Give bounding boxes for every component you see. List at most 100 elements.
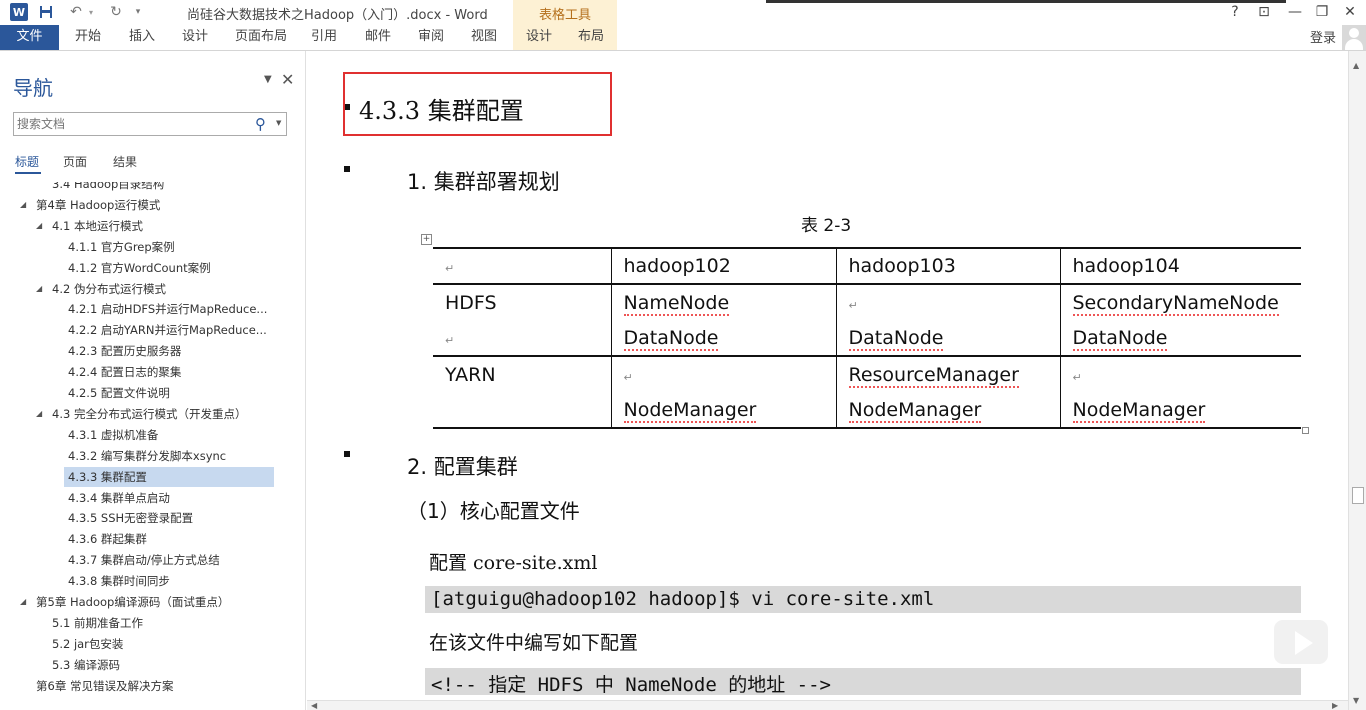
undo-dropdown-icon[interactable]: ▾ bbox=[86, 2, 96, 22]
nav-options-icon[interactable]: ▼ bbox=[264, 74, 272, 85]
tab-review[interactable]: 审阅 bbox=[418, 25, 444, 50]
tree-item[interactable]: 4.3.7 集群启动/停止方式总结 bbox=[0, 550, 300, 570]
tab-file[interactable]: 文件 bbox=[0, 25, 59, 50]
table-cell[interactable]: ↵ bbox=[1059, 355, 1301, 392]
tab-references[interactable]: 引用 bbox=[311, 25, 337, 50]
tree-item[interactable]: 4.3.8 集群时间同步 bbox=[0, 571, 300, 591]
expand-triangle-icon[interactable]: ◢ bbox=[20, 592, 26, 612]
tree-item-label: 4.3.6 群起集群 bbox=[68, 532, 147, 547]
scroll-thumb[interactable] bbox=[1352, 487, 1364, 504]
tree-item-label: 4.2.5 配置文件说明 bbox=[68, 386, 170, 400]
scroll-left-icon[interactable]: ◀ bbox=[311, 701, 317, 710]
tree-item[interactable]: 4.1.1 官方Grep案例 bbox=[0, 237, 300, 257]
expand-triangle-icon[interactable]: ◢ bbox=[36, 279, 42, 299]
minimize-button[interactable]: — bbox=[1284, 2, 1306, 22]
table-cell[interactable]: YARN bbox=[433, 355, 611, 392]
tree-item[interactable]: 3.4 Hadoop目录结构 bbox=[0, 182, 300, 194]
restore-button[interactable]: ❐ bbox=[1311, 2, 1333, 22]
tree-item[interactable]: 第6章 常见错误及解决方案 bbox=[0, 676, 300, 696]
tree-item[interactable]: 4.3.5 SSH无密登录配置 bbox=[0, 508, 300, 528]
vertical-scrollbar[interactable]: ▲ ▼ bbox=[1348, 51, 1366, 710]
table-cell[interactable]: ↵ bbox=[610, 355, 836, 392]
table-cell[interactable]: HDFS bbox=[433, 284, 611, 320]
tree-item[interactable]: 5.1 前期准备工作 bbox=[0, 613, 300, 633]
tab-table-design[interactable]: 设计 bbox=[526, 25, 552, 50]
tab-page-layout[interactable]: 页面布局 bbox=[235, 25, 287, 50]
tree-item[interactable]: ◢ 第4章 Hadoop运行模式 bbox=[0, 195, 300, 215]
table-move-handle-icon[interactable]: + bbox=[421, 234, 432, 245]
tab-view[interactable]: 视图 bbox=[471, 25, 497, 50]
tree-item[interactable]: 4.3.6 群起集群 bbox=[0, 529, 300, 549]
subsection-title: （1）核心配置文件 bbox=[407, 499, 580, 523]
tree-item[interactable]: 4.3.1 虚拟机准备 bbox=[0, 425, 300, 445]
ribbon-display-options-button[interactable]: ⊡ bbox=[1253, 2, 1275, 22]
search-input[interactable] bbox=[17, 115, 247, 133]
tab-pages[interactable]: 页面 bbox=[63, 153, 87, 170]
tree-item[interactable]: ◢ 4.2 伪分布式运行模式 bbox=[0, 279, 300, 299]
table-cell[interactable]: ↵ bbox=[835, 284, 1060, 320]
table-cell[interactable]: NodeManager bbox=[610, 392, 836, 429]
heading-tree: 3.4 Hadoop目录结构 ◢ 第4章 Hadoop运行模式 ◢ 4.1 本地运行模式… bbox=[0, 182, 305, 710]
search-icon[interactable]: ⚲ bbox=[255, 115, 266, 133]
table-cell[interactable]: NameNode bbox=[610, 284, 836, 320]
customize-qat-icon[interactable]: ▾ bbox=[132, 2, 144, 22]
play-icon[interactable] bbox=[1271, 617, 1331, 667]
horizontal-scrollbar[interactable]: ◀ ▶ bbox=[307, 700, 1348, 710]
table-cell[interactable]: DataNode bbox=[835, 320, 1060, 356]
tab-mailings[interactable]: 邮件 bbox=[365, 25, 391, 50]
table-cell[interactable]: NodeManager bbox=[1059, 392, 1301, 429]
table-cell[interactable]: SecondaryNameNode bbox=[1059, 284, 1301, 320]
tree-item[interactable]: ◢ 第5章 Hadoop编译源码（面试重点） bbox=[0, 592, 300, 612]
table-cell[interactable]: ↵ bbox=[433, 320, 611, 356]
tree-item[interactable]: 4.2.3 配置历史服务器 bbox=[0, 341, 300, 361]
avatar[interactable] bbox=[1342, 25, 1366, 50]
table-cell[interactable]: hadoop104 bbox=[1059, 247, 1301, 285]
tab-table-layout[interactable]: 布局 bbox=[578, 25, 604, 50]
table-cell[interactable]: ResourceManager bbox=[835, 355, 1060, 392]
document-canvas[interactable]: 4.3.3 集群配置 1. 集群部署规划 表 2-3 + ↵ hadoop102… bbox=[307, 51, 1348, 700]
redo-icon[interactable]: ↻ bbox=[106, 2, 126, 22]
scroll-down-icon[interactable]: ▼ bbox=[1353, 696, 1359, 705]
close-button[interactable]: ✕ bbox=[1339, 2, 1361, 22]
tree-item-selected[interactable]: 4.3.3 集群配置 bbox=[64, 466, 274, 487]
table-cell[interactable]: hadoop102 bbox=[610, 247, 836, 285]
tab-design[interactable]: 设计 bbox=[182, 25, 208, 50]
table-cell[interactable] bbox=[433, 392, 611, 429]
help-button[interactable]: ? bbox=[1224, 2, 1246, 22]
sign-in-link[interactable]: 登录 bbox=[1310, 27, 1336, 46]
tree-item[interactable]: 5.3 编译源码 bbox=[0, 655, 300, 675]
tab-results[interactable]: 结果 bbox=[113, 153, 137, 170]
chevron-down-icon[interactable]: ▼ bbox=[276, 119, 281, 127]
table-cell[interactable]: NodeManager bbox=[835, 392, 1060, 429]
tree-item[interactable]: 4.2.5 配置文件说明 bbox=[0, 383, 300, 403]
close-icon[interactable]: ✕ bbox=[281, 70, 294, 89]
tree-item[interactable]: 4.2.4 配置日志的聚集 bbox=[0, 362, 300, 382]
tab-insert[interactable]: 插入 bbox=[129, 25, 155, 50]
save-icon[interactable] bbox=[36, 2, 56, 22]
undo-icon[interactable]: ↶ bbox=[66, 2, 86, 22]
tree-item-label: 4.2.2 启动YARN并运行MapReduce... bbox=[68, 323, 267, 338]
tree-item[interactable]: 4.2.2 启动YARN并运行MapReduce... bbox=[0, 320, 300, 340]
table-cell[interactable]: hadoop103 bbox=[835, 247, 1060, 285]
expand-triangle-icon[interactable]: ◢ bbox=[36, 404, 42, 424]
table-cell[interactable]: DataNode bbox=[1059, 320, 1301, 356]
tree-item[interactable]: 5.2 jar包安装 bbox=[0, 634, 300, 654]
tab-headings[interactable]: 标题 bbox=[15, 153, 39, 170]
nav-search-box[interactable]: ⚲ ▼ bbox=[13, 112, 287, 136]
scroll-right-icon[interactable]: ▶ bbox=[1332, 701, 1338, 710]
table-cell[interactable]: DataNode bbox=[610, 320, 836, 356]
tree-item[interactable]: 4.2.1 启动HDFS并运行MapReduce... bbox=[0, 299, 300, 319]
expand-triangle-icon[interactable]: ◢ bbox=[36, 216, 42, 236]
tree-item[interactable]: 4.1.2 官方WordCount案例 bbox=[0, 258, 300, 278]
word-app-icon[interactable]: W bbox=[10, 3, 28, 21]
tree-item[interactable]: 4.3.2 编写集群分发脚本xsync bbox=[0, 446, 300, 466]
tree-item[interactable]: ◢ 4.3 完全分布式运行模式（开发重点） bbox=[0, 404, 300, 424]
tab-home[interactable]: 开始 bbox=[75, 25, 101, 50]
table-resize-handle[interactable] bbox=[1302, 427, 1309, 434]
tree-item[interactable]: ◢ 4.1 本地运行模式 bbox=[0, 216, 300, 236]
table-cell[interactable]: ↵ bbox=[433, 247, 611, 285]
scroll-up-icon[interactable]: ▲ bbox=[1353, 61, 1359, 70]
expand-triangle-icon[interactable]: ◢ bbox=[20, 195, 26, 215]
window-title: 尚硅谷大数据技术之Hadoop（入门）.docx - Word bbox=[187, 8, 488, 23]
tree-item[interactable]: 4.3.4 集群单点启动 bbox=[0, 488, 300, 508]
